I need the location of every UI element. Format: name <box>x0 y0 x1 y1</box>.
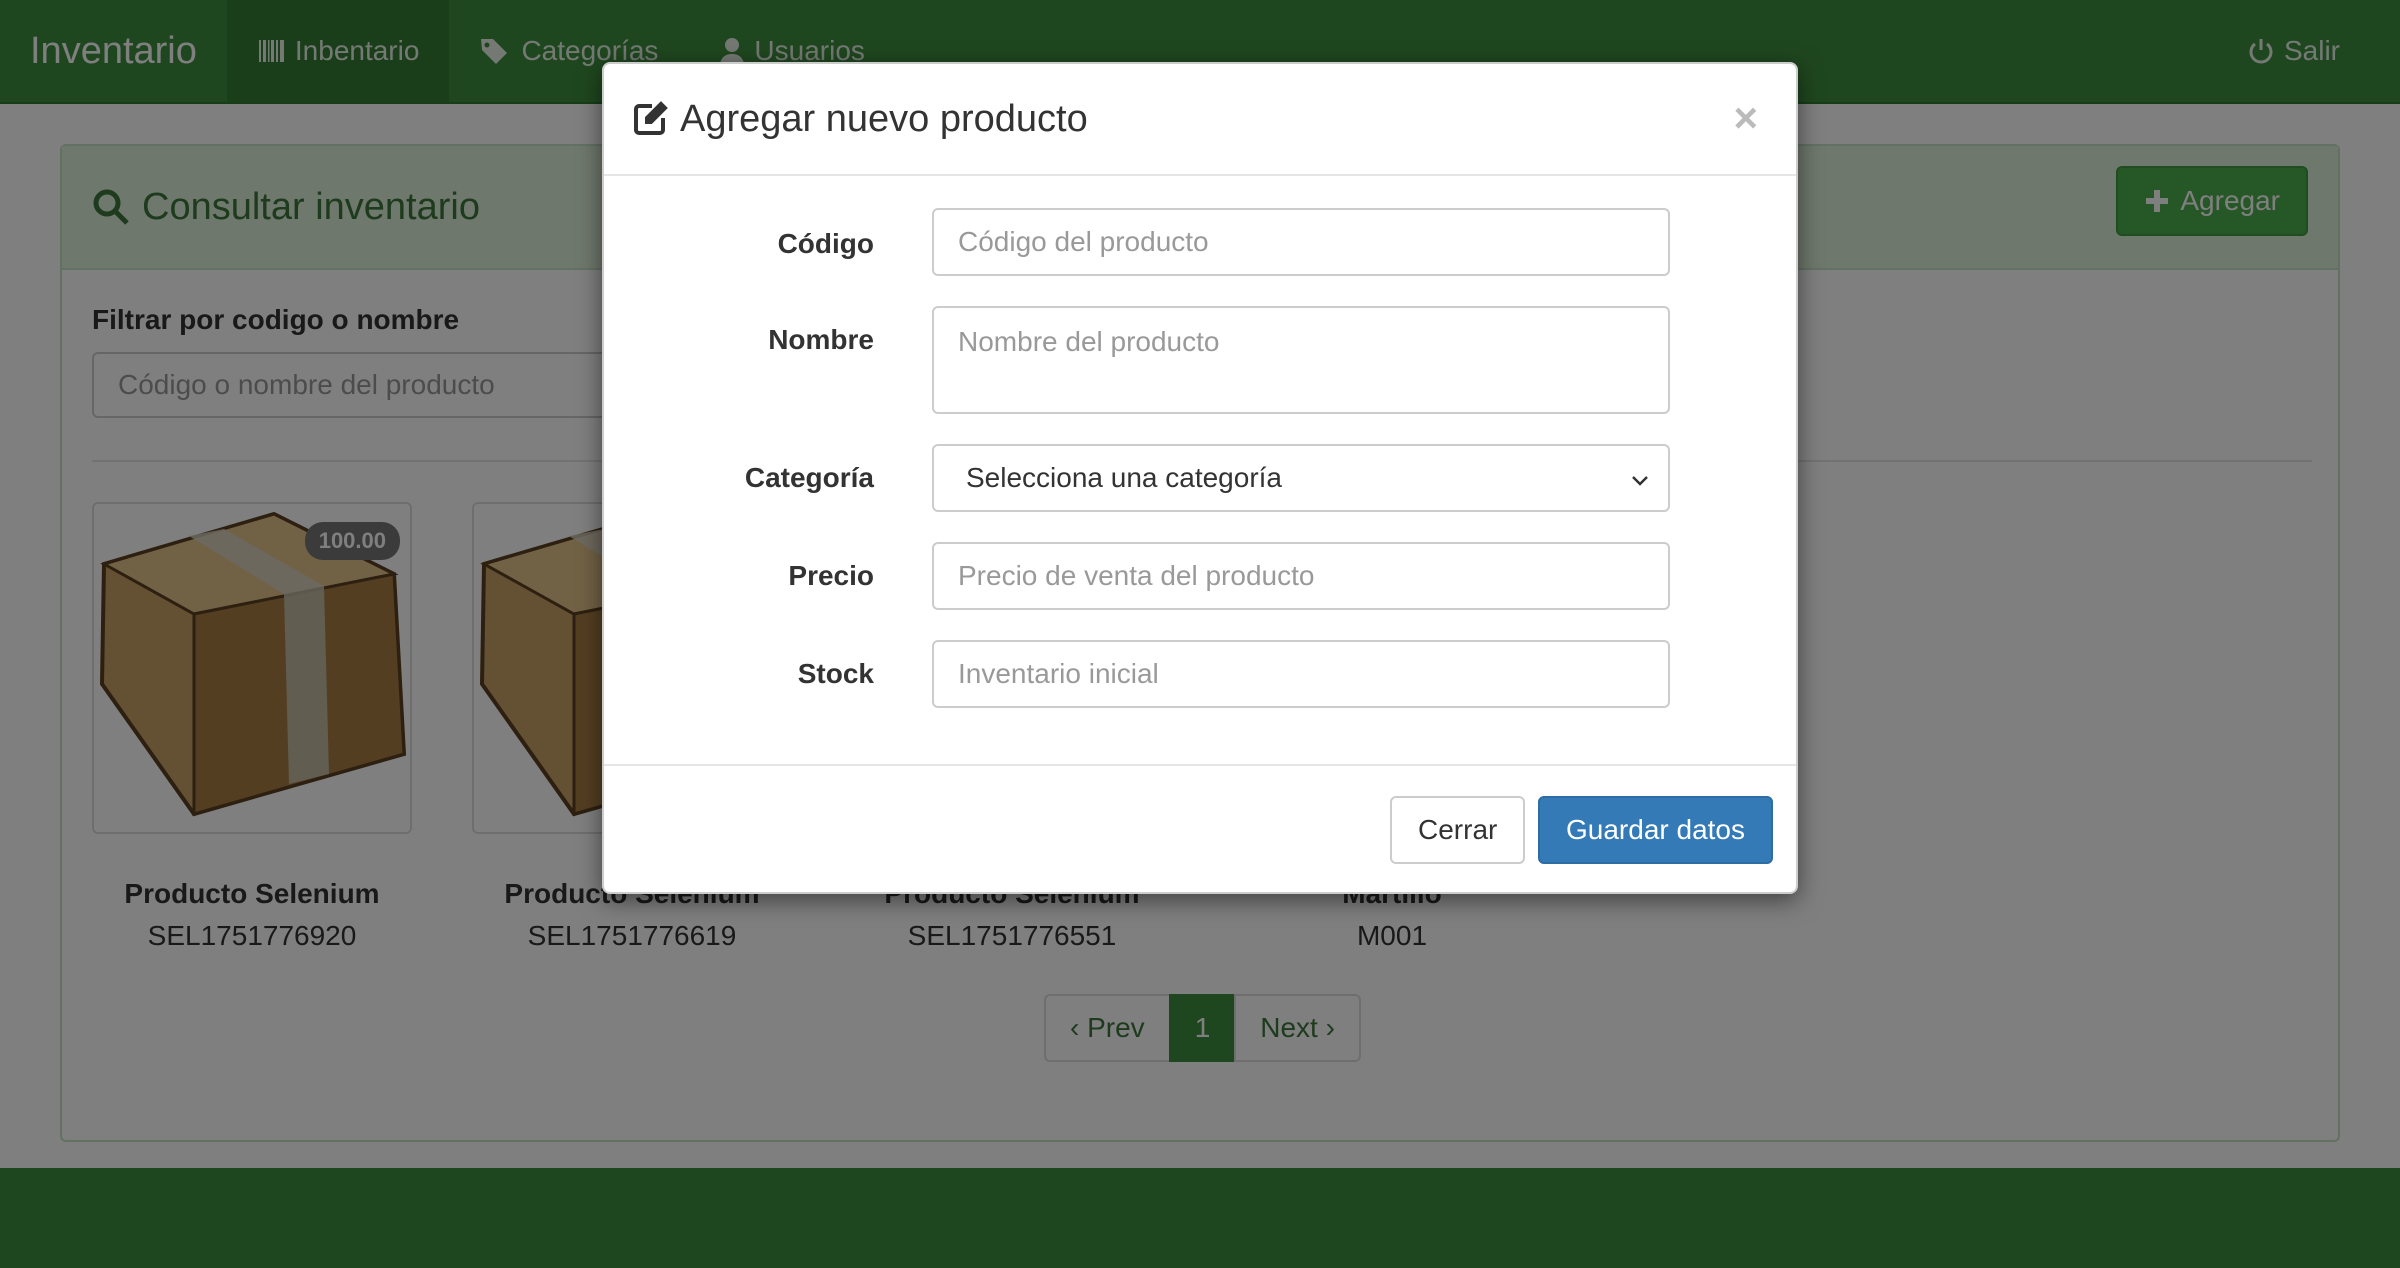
categoria-selected-value: Selecciona una categoría <box>966 462 1282 493</box>
close-icon[interactable]: × <box>1733 94 1758 142</box>
add-product-modal: Agregar nuevo producto × Código Código d… <box>602 62 1798 894</box>
precio-label: Precio <box>788 560 874 591</box>
save-button[interactable]: Guardar datos <box>1538 796 1773 864</box>
categoria-select[interactable]: Selecciona una categoría <box>932 444 1670 512</box>
nombre-textarea[interactable]: Nombre del producto <box>932 306 1670 414</box>
modal-title-text: Agregar nuevo producto <box>680 97 1088 140</box>
nombre-label: Nombre <box>768 324 874 355</box>
codigo-label: Código <box>777 228 874 259</box>
precio-input[interactable]: Precio de venta del producto <box>932 542 1670 610</box>
modal-footer: Cerrar Guardar datos <box>604 764 1796 892</box>
modal-title: Agregar nuevo producto <box>632 98 1088 141</box>
codigo-input[interactable]: Código del producto <box>932 208 1670 276</box>
stock-input[interactable]: Inventario inicial <box>932 640 1670 708</box>
close-button[interactable]: Cerrar <box>1390 796 1526 864</box>
stock-label: Stock <box>797 658 874 689</box>
categoria-label: Categoría <box>744 462 874 493</box>
chevron-down-icon <box>1632 476 1648 486</box>
modal-header: Agregar nuevo producto × <box>604 64 1796 176</box>
edit-icon <box>634 101 668 135</box>
